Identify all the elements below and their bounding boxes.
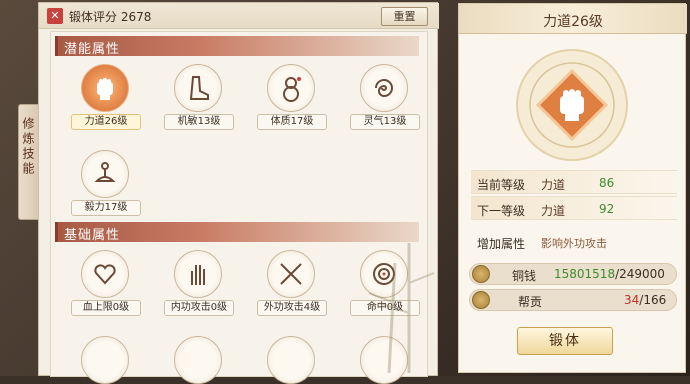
forge-button[interactable]: 锻体 bbox=[517, 327, 613, 355]
palm-icon bbox=[174, 250, 222, 298]
bamboo-decoration bbox=[368, 243, 435, 373]
heart-hand-icon bbox=[81, 250, 129, 298]
swirl-icon bbox=[360, 64, 408, 112]
skill-label: 机敏13级 bbox=[164, 114, 234, 130]
meditation-icon bbox=[81, 150, 129, 198]
attribute-panel: ✕ 锻体评分 2678 重置 潜能属性 力道26级 机敏13级 体质17级 灵气… bbox=[38, 2, 439, 384]
skill-constitution[interactable]: 体质17级 bbox=[257, 64, 327, 130]
boot-icon bbox=[174, 64, 222, 112]
skill-label: 外功攻击4级 bbox=[257, 300, 327, 316]
locked-skill-icon[interactable] bbox=[267, 336, 315, 384]
swords-icon bbox=[267, 250, 315, 298]
score-text: 锻体评分 2678 bbox=[69, 10, 152, 24]
skill-label: 毅力17级 bbox=[71, 200, 141, 216]
bonus-row: 增加属性 影响外功攻击 bbox=[477, 237, 607, 251]
skill-label: 灵气13级 bbox=[350, 114, 420, 130]
skill-strength[interactable]: 力道26级 bbox=[71, 64, 141, 130]
strength-emblem-icon bbox=[516, 49, 628, 161]
skill-outer-attack[interactable]: 外功攻击4级 bbox=[257, 250, 327, 316]
score-value: 2678 bbox=[120, 10, 152, 24]
skill-label: 体质17级 bbox=[257, 114, 327, 130]
detail-panel: 力道26级 当前等级 力道 86 下一等级 力道 92 增加属性 影响外功攻击 … bbox=[458, 3, 687, 373]
skill-spirit[interactable]: 灵气13级 bbox=[350, 64, 420, 130]
skill-label: 力道26级 bbox=[71, 114, 141, 130]
next-level-value: 92 bbox=[599, 202, 615, 216]
section-basic: 基础属性 bbox=[55, 222, 419, 243]
crossed-swords-icon: ✕ bbox=[47, 8, 63, 24]
reset-button[interactable]: 重置 bbox=[381, 7, 428, 26]
contribution-cost: 帮贡 34/166 bbox=[469, 289, 677, 311]
detail-title: 力道26级 bbox=[459, 4, 687, 34]
gourd-icon bbox=[267, 64, 315, 112]
copper-cost: 铜钱 15801518/249000 bbox=[469, 263, 677, 285]
skill-agility[interactable]: 机敏13级 bbox=[164, 64, 234, 130]
skill-label: 内功攻击0级 bbox=[164, 300, 234, 316]
skill-label: 血上限0级 bbox=[71, 300, 141, 316]
copper-coin-icon bbox=[472, 265, 490, 283]
skill-willpower[interactable]: 毅力17级 bbox=[71, 150, 141, 216]
score-header: ✕ 锻体评分 2678 重置 bbox=[39, 3, 439, 29]
current-level-row: 当前等级 力道 86 bbox=[471, 170, 677, 194]
contribution-token-icon bbox=[472, 291, 490, 309]
fist-icon bbox=[81, 64, 129, 112]
section-potential: 潜能属性 bbox=[55, 36, 419, 57]
current-level-value: 86 bbox=[599, 176, 615, 190]
tab-label: 修炼技能 bbox=[21, 117, 35, 177]
skill-inner-attack[interactable]: 内功攻击0级 bbox=[164, 250, 234, 316]
skill-hp-cap[interactable]: 血上限0级 bbox=[71, 250, 141, 316]
locked-skill-icon[interactable] bbox=[81, 336, 129, 384]
locked-skill-icon[interactable] bbox=[174, 336, 222, 384]
next-level-row: 下一等级 力道 92 bbox=[471, 196, 677, 220]
